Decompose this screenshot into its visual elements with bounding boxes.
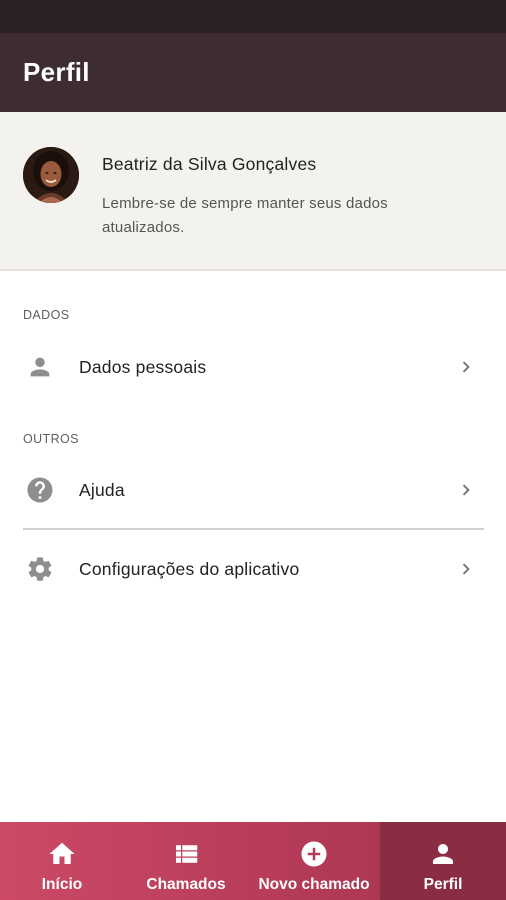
profile-name: Beatriz da Silva Gonçalves (102, 154, 317, 174)
menu-item-label: Ajuda (79, 479, 125, 500)
section-label-dados: DADOS (23, 308, 70, 322)
divider (23, 528, 484, 530)
list-icon (171, 839, 201, 869)
home-icon (47, 839, 77, 869)
menu-item-configuracoes[interactable]: Configurações do aplicativo (0, 538, 506, 600)
chevron-right-icon (455, 558, 477, 580)
status-bar (0, 0, 506, 33)
app-bar: Perfil (0, 33, 506, 112)
menu-item-label: Dados pessoais (79, 356, 207, 377)
page-title: Perfil (23, 57, 90, 87)
profile-card: Beatriz da Silva Gonçalves Lembre-se de … (0, 112, 506, 271)
nav-item-novo-chamado[interactable]: Novo chamado (248, 822, 380, 900)
menu-item-dados-pessoais[interactable]: Dados pessoais (0, 336, 506, 398)
nav-label: Perfil (423, 876, 463, 893)
chevron-right-icon (455, 356, 477, 378)
help-icon (24, 474, 56, 506)
add-circle-icon (299, 839, 329, 869)
nav-label: Chamados (146, 876, 226, 893)
profile-message: Lembre-se de sempre manter seus dados at… (102, 195, 388, 236)
avatar (23, 147, 79, 203)
chevron-right-icon (455, 479, 477, 501)
person-icon (24, 351, 56, 383)
person-icon (428, 839, 458, 869)
nav-item-chamados[interactable]: Chamados (124, 822, 248, 900)
nav-item-inicio[interactable]: Início (0, 822, 124, 900)
menu-item-label: Configurações do aplicativo (79, 558, 300, 579)
nav-item-perfil[interactable]: Perfil (380, 822, 506, 900)
nav-label: Novo chamado (258, 876, 370, 893)
gear-icon (24, 553, 56, 585)
menu-item-ajuda[interactable]: Ajuda (0, 459, 506, 521)
section-label-outros: OUTROS (23, 432, 79, 446)
nav-label: Início (41, 876, 83, 893)
bottom-navigation: Início Chamados Novo chamado Perfil (0, 822, 506, 900)
